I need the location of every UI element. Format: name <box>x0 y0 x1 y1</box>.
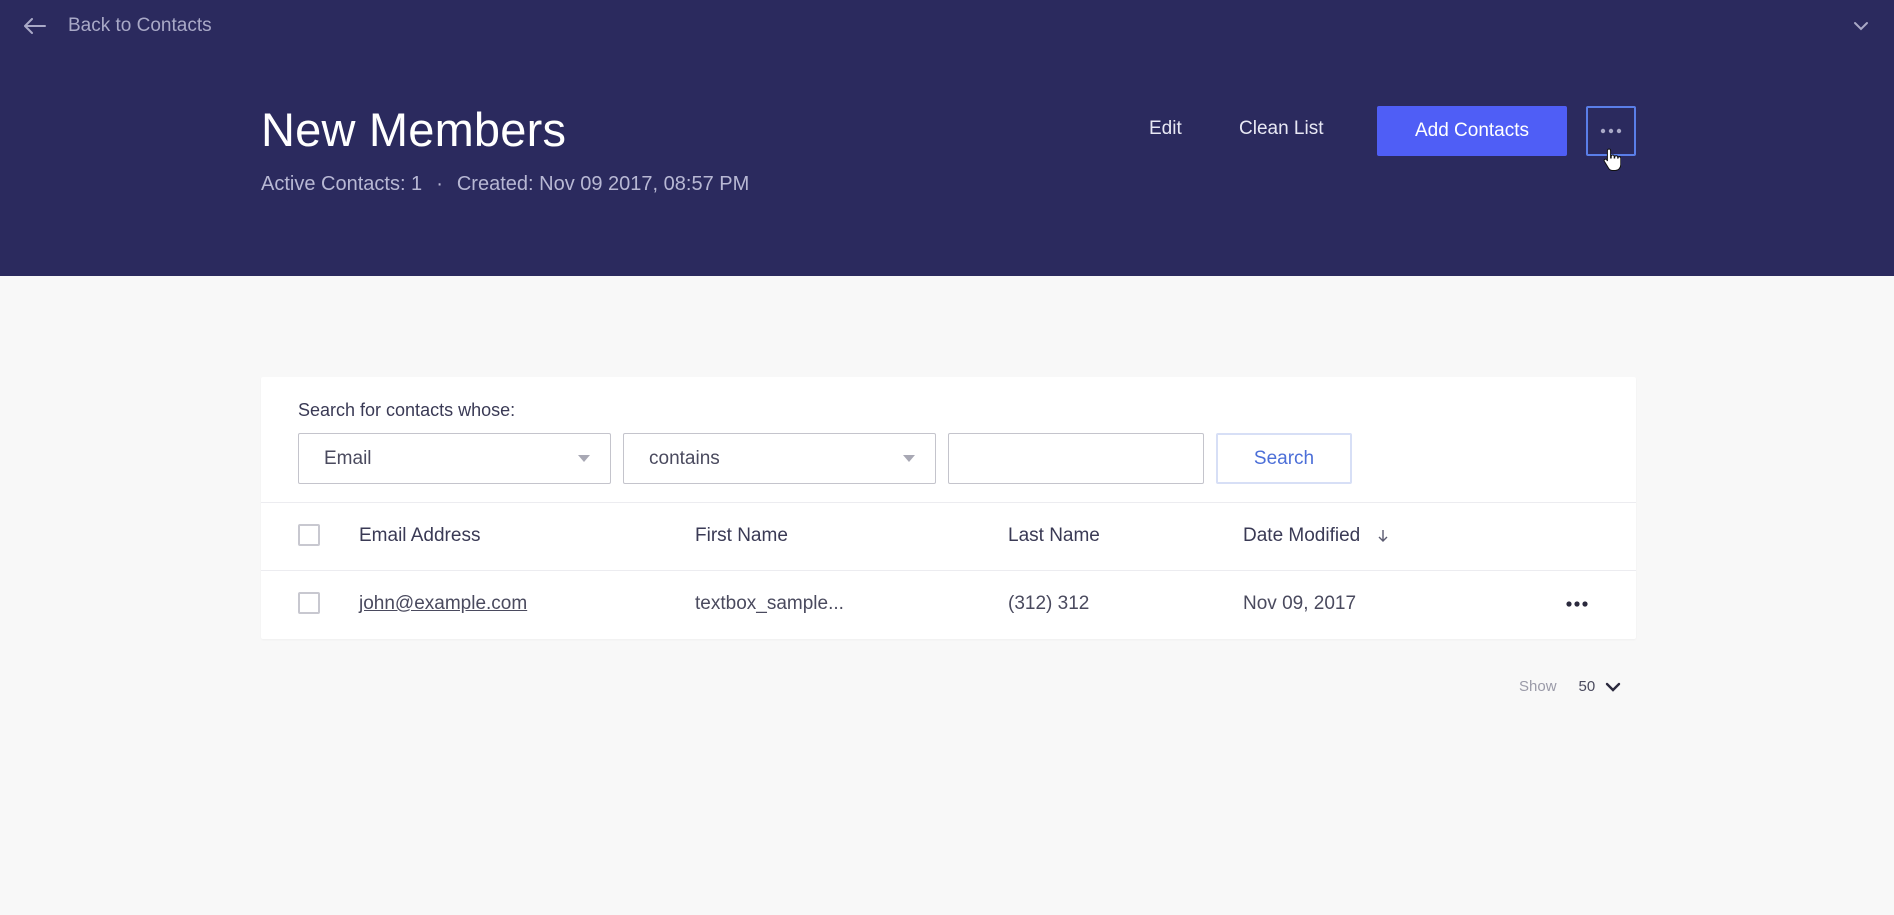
cell-first-name: textbox_sample... <box>695 593 844 614</box>
ellipsis-icon <box>1600 128 1622 134</box>
meta-separator: · <box>436 173 443 195</box>
row-checkbox[interactable] <box>298 592 320 614</box>
clean-list-button[interactable]: Clean List <box>1239 118 1324 140</box>
edit-button[interactable]: Edit <box>1149 118 1182 140</box>
column-header-email[interactable]: Email Address <box>359 525 480 547</box>
page-size-value[interactable]: 50 <box>1579 678 1596 695</box>
divider <box>261 570 1636 571</box>
list-header: Back to Contacts New Members Active Cont… <box>0 0 1894 276</box>
page-size-selector: Show 50 <box>1519 678 1621 695</box>
search-label: Search for contacts whose: <box>298 400 516 420</box>
cell-date-modified: Nov 09, 2017 <box>1243 593 1357 614</box>
sort-descending-icon <box>1378 529 1388 542</box>
show-label: Show <box>1519 678 1557 695</box>
field-select[interactable]: Email <box>298 433 611 484</box>
cell-last-name: (312) 312 <box>1008 593 1090 614</box>
page-title: New Members <box>261 103 567 156</box>
operator-select-value: contains <box>649 447 720 469</box>
column-header-date-modified-label: Date Modified <box>1243 525 1361 546</box>
caret-down-icon <box>578 455 590 462</box>
contact-email-link[interactable]: john@example.com <box>359 593 527 614</box>
column-header-date-modified[interactable]: Date Modified <box>1243 525 1388 547</box>
row-actions-icon[interactable] <box>1565 596 1589 612</box>
column-header-last-name[interactable]: Last Name <box>1008 525 1100 547</box>
contacts-card: Search for contacts whose: Email contain… <box>261 377 1636 639</box>
select-all-checkbox[interactable] <box>298 524 320 546</box>
divider <box>261 502 1636 503</box>
field-select-value: Email <box>324 447 372 469</box>
back-link-label: Back to Contacts <box>68 15 212 36</box>
chevron-down-icon[interactable] <box>1852 17 1870 35</box>
column-header-first-name[interactable]: First Name <box>695 525 788 547</box>
arrow-left-icon <box>24 18 46 34</box>
search-button[interactable]: Search <box>1216 433 1352 484</box>
list-meta: Active Contacts: 1 · Created: Nov 09 201… <box>261 173 749 196</box>
active-contacts-count: Active Contacts: 1 <box>261 173 423 195</box>
operator-select[interactable]: contains <box>623 433 936 484</box>
caret-down-icon <box>903 455 915 462</box>
search-input[interactable] <box>948 433 1204 484</box>
created-date: Created: Nov 09 2017, 08:57 PM <box>456 173 750 195</box>
chevron-down-icon[interactable] <box>1605 681 1621 693</box>
back-to-contacts-link[interactable]: Back to Contacts <box>24 13 212 39</box>
add-contacts-button[interactable]: Add Contacts <box>1377 106 1567 156</box>
pointer-cursor-icon <box>1603 148 1621 171</box>
